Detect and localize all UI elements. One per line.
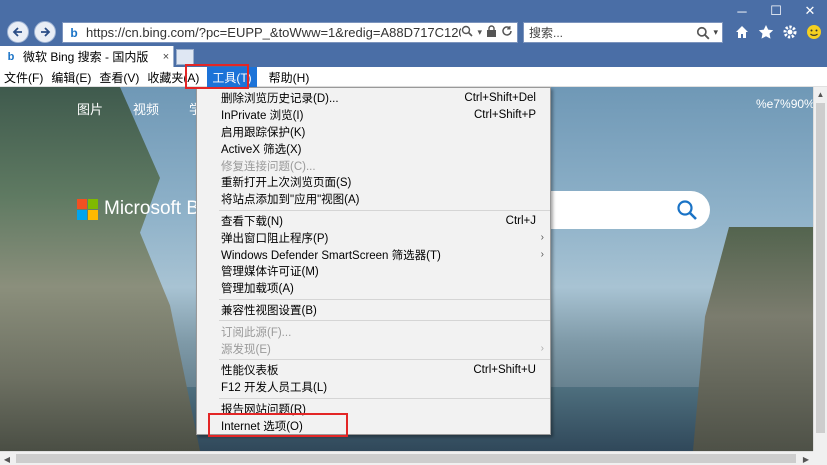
nav-videos[interactable]: 视频 [133,99,159,118]
gear-icon[interactable] [782,24,798,40]
horizontal-scroll-thumb[interactable] [16,454,796,463]
microsoft-bing-logo[interactable]: Microsoft Bi [77,198,203,220]
dropdown-icon[interactable]: ▾ [713,27,718,38]
nav-images[interactable]: 图片 [77,99,103,118]
tools-menu: 删除浏览历史记录(D)... Ctrl+Shift+Del InPrivate 浏… [196,87,551,435]
menu-view[interactable]: 查看(V) [95,67,143,87]
menu-item-activex-filter[interactable]: ActiveX 筛选(X) [197,140,550,157]
menu-item-f12-devtools[interactable]: F12 开发人员工具(L) [197,379,550,396]
menu-bar: 文件(F) 编辑(E) 查看(V) 收藏夹(A) 工具(T) 帮助(H) [0,67,827,87]
menu-item-delete-history[interactable]: 删除浏览历史记录(D)... Ctrl+Shift+Del [197,90,550,107]
bing-search-box[interactable] [540,191,710,229]
tab-bing[interactable]: b 微软 Bing 搜索 - 国内版 × [0,46,174,67]
search-placeholder: 搜索... [529,26,564,40]
menu-item-media-licenses[interactable]: 管理媒体许可证(M) [197,263,550,280]
menu-item-add-to-apps[interactable]: 将站点添加到"应用"视图(A) [197,191,550,208]
menu-item-compat-view[interactable]: 兼容性视图设置(B) [197,302,550,319]
address-tools: ▾ [461,25,517,40]
menu-separator [219,397,550,399]
highlight-internet-options [208,413,348,437]
forward-button[interactable] [34,21,56,43]
bing-favicon-icon: b [70,25,78,40]
menu-item-inprivate[interactable]: InPrivate 浏览(I) Ctrl+Shift+P [197,107,550,124]
menu-item-performance-dashboard[interactable]: 性能仪表板 Ctrl+Shift+U [197,362,550,379]
scrollbar-corner [813,451,827,465]
window-controls: ─ ☐ ✕ [725,0,827,22]
scroll-left-arrow-icon[interactable]: ◀ [0,452,14,465]
vertical-scrollbar[interactable]: ▲ [813,87,827,451]
menu-item-fix-connection: 修复连接问题(C)... [221,160,316,173]
close-button[interactable]: ✕ [793,0,827,22]
favorites-star-icon[interactable] [758,24,774,40]
menu-item-view-downloads[interactable]: 查看下载(N) Ctrl+J [197,213,550,230]
search-icon[interactable] [461,25,474,40]
bing-favicon-icon: b [7,50,15,63]
arrow-right-icon [41,27,51,37]
address-bar[interactable]: b https://cn.bing.com/?pc=EUPP_&toWww=1&… [62,22,518,43]
background-cliff-left [0,87,200,451]
menu-separator [219,209,550,211]
home-icon[interactable] [734,24,750,40]
language-link[interactable]: %e7%90% [756,97,813,111]
menu-item-smartscreen[interactable]: Windows Defender SmartScreen 筛选器(T) › [197,246,550,263]
lock-icon[interactable] [486,25,497,40]
background-cliff-right [693,227,813,451]
scroll-up-arrow-icon[interactable]: ▲ [814,87,827,101]
menu-item-feed-discovery: 源发现(E) › [221,343,544,356]
maximize-button[interactable]: ☐ [759,0,793,22]
microsoft-logo-icon [77,198,98,220]
submenu-arrow-icon: › [540,249,544,261]
menu-item-tracking-protection[interactable]: 启用跟踪保护(K) [197,124,550,141]
refresh-icon[interactable] [501,25,513,40]
minimize-button[interactable]: ─ [725,0,759,22]
submenu-arrow-icon: › [540,343,544,355]
toolbar-icons [734,24,822,40]
menu-separator [219,320,550,322]
tab-row: b 微软 Bing 搜索 - 国内版 × [0,46,827,67]
menu-separator [219,298,550,300]
menu-separator [219,358,550,360]
menu-item-popup-blocker[interactable]: 弹出窗口阻止程序(P) › [197,229,550,246]
menu-file[interactable]: 文件(F) [0,67,47,87]
menu-item-manage-addons[interactable]: 管理加载项(A) [197,280,550,297]
vertical-scroll-thumb[interactable] [816,103,825,433]
submenu-arrow-icon: › [540,232,544,244]
new-tab-button[interactable] [176,49,194,65]
scroll-right-arrow-icon[interactable]: ▶ [799,452,813,465]
search-icon[interactable] [696,26,710,40]
address-url[interactable]: https://cn.bing.com/?pc=EUPP_&toWww=1&re… [82,25,461,40]
tab-title: 微软 Bing 搜索 - 国内版 [23,50,149,64]
menu-item-reopen-session[interactable]: 重新打开上次浏览页面(S) [197,174,550,191]
title-bar: ─ ☐ ✕ b https://cn.bing.com/?pc=EUPP_&to… [0,0,827,46]
tab-close-button[interactable]: × [159,51,173,63]
back-button[interactable] [7,21,29,43]
smiley-icon[interactable] [806,24,822,40]
bing-top-nav: 图片 视频 学 [77,99,202,118]
search-input[interactable]: 搜索... ▾ [523,22,723,43]
search-icon[interactable] [676,199,698,221]
logo-text: Microsoft Bi [104,198,204,219]
menu-help[interactable]: 帮助(H) [265,67,314,87]
highlight-tools-menu [185,64,249,89]
arrow-left-icon [12,27,22,37]
menu-edit[interactable]: 编辑(E) [47,67,95,87]
horizontal-scrollbar[interactable]: ◀ ▶ [0,451,813,465]
dropdown-icon[interactable]: ▾ [477,27,482,38]
menu-item-subscribe-feed: 订阅此源(F)... [221,326,292,339]
